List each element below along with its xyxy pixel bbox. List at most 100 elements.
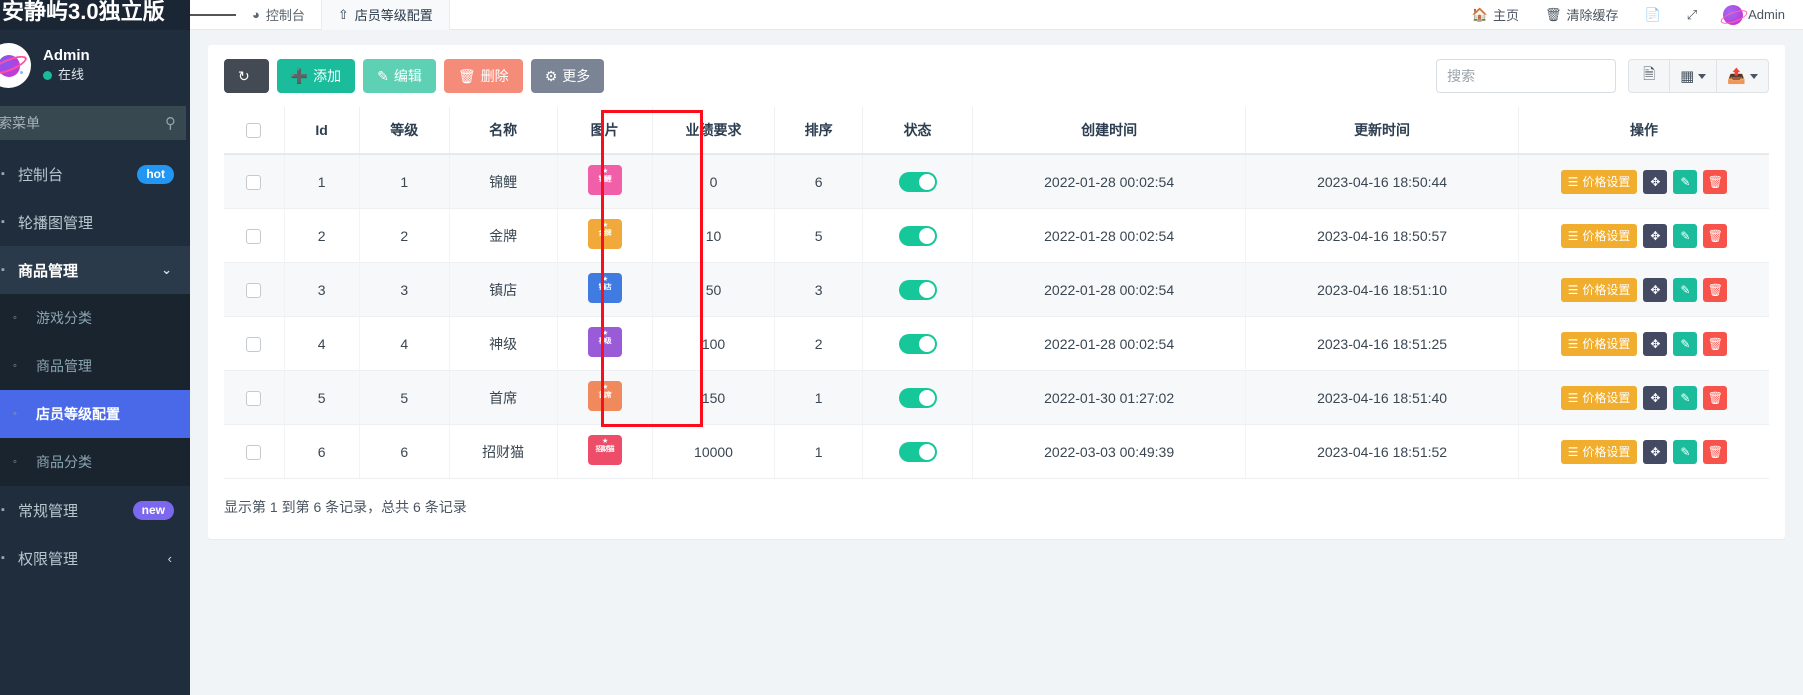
chevron-left-icon: ‹ — [168, 551, 172, 566]
cell-image: ★神级 — [557, 317, 652, 371]
status-toggle[interactable] — [899, 388, 937, 408]
status-toggle[interactable] — [899, 280, 937, 300]
export-icon[interactable]: 📤 — [1717, 59, 1769, 93]
level-image-badge[interactable]: ★金牌 — [588, 219, 622, 249]
move-button[interactable]: ✥ — [1643, 332, 1667, 356]
move-button[interactable]: ✥ — [1643, 386, 1667, 410]
row-edit-button[interactable]: ✎ — [1673, 170, 1697, 194]
row-checkbox[interactable] — [246, 283, 261, 298]
col-name[interactable]: 名称 — [449, 107, 557, 154]
sidebar-item-3[interactable]: ◦游戏分类 — [0, 294, 190, 342]
refresh-button[interactable]: ↻ — [224, 59, 269, 93]
row-checkbox[interactable] — [246, 337, 261, 352]
row-checkbox[interactable] — [246, 229, 261, 244]
move-button[interactable]: ✥ — [1643, 440, 1667, 464]
status-toggle[interactable] — [899, 172, 937, 192]
move-button[interactable]: ✥ — [1643, 278, 1667, 302]
row-edit-button[interactable]: ✎ — [1673, 332, 1697, 356]
sidebar-item-0[interactable]: ▪控制台hot — [0, 150, 190, 198]
delete-button[interactable]: 🗑 删除 — [444, 59, 523, 93]
home-button[interactable]: 🏠 主页 — [1460, 5, 1531, 24]
level-image-badge[interactable]: ★首席 — [588, 381, 622, 411]
clear-cache-button[interactable]: 🗑 清除缓存 — [1533, 5, 1631, 24]
tab-clerk-level-config[interactable]: ⇧ 店员等级配置 — [321, 0, 450, 30]
row-edit-button[interactable]: ✎ — [1673, 278, 1697, 302]
status-toggle[interactable] — [899, 442, 937, 462]
sidebar-item-2[interactable]: ▪商品管理⌄ — [0, 246, 190, 294]
price-settings-label: 价格设置 — [1582, 443, 1630, 460]
fullscreen-button[interactable]: ⤢ — [1675, 7, 1709, 23]
col-created[interactable]: 创建时间 — [973, 107, 1246, 154]
move-button[interactable]: ✥ — [1643, 170, 1667, 194]
columns-icon[interactable]: ▦ — [1670, 59, 1717, 93]
cell-name: 首席 — [449, 371, 557, 425]
table-row[interactable]: 55首席★首席15012022-01-30 01:27:022023-04-16… — [224, 371, 1769, 425]
circle-icon: ◦ — [4, 456, 26, 468]
home-icon: 🏠 — [1472, 7, 1488, 23]
level-image-badge[interactable]: ★招财猫 — [588, 435, 622, 465]
table-row[interactable]: 44神级★神级10022022-01-28 00:02:542023-04-16… — [224, 317, 1769, 371]
star-icon: ★ — [588, 223, 622, 229]
row-edit-button[interactable]: ✎ — [1673, 224, 1697, 248]
row-delete-button[interactable]: 🗑 — [1703, 440, 1727, 464]
price-settings-button[interactable]: ☰价格设置 — [1561, 440, 1638, 464]
select-all-checkbox[interactable] — [246, 123, 261, 138]
price-settings-button[interactable]: ☰价格设置 — [1561, 278, 1638, 302]
row-edit-button[interactable]: ✎ — [1673, 386, 1697, 410]
tab-dashboard[interactable]: ◕ 控制台 — [236, 0, 321, 30]
search-input[interactable] — [1436, 59, 1616, 93]
sidebar-item-6[interactable]: ◦商品分类 — [0, 438, 190, 486]
menu-search-input[interactable] — [0, 115, 165, 131]
sidebar-item-1[interactable]: ▪轮播图管理 — [0, 198, 190, 246]
topbar: ◕ 控制台 ⇧ 店员等级配置 🏠 主页 🗑 清除缓存 📄 ⤢ Admin — [190, 0, 1803, 30]
row-checkbox[interactable] — [246, 391, 261, 406]
row-delete-button[interactable]: 🗑 — [1703, 386, 1727, 410]
sidebar-item-label: 商品管理 — [30, 356, 92, 376]
col-id[interactable]: Id — [284, 107, 359, 154]
price-settings-label: 价格设置 — [1582, 335, 1630, 352]
add-button[interactable]: ➕ 添加 — [277, 59, 355, 93]
row-delete-button[interactable]: 🗑 — [1703, 224, 1727, 248]
note-button[interactable]: 📄 — [1633, 7, 1673, 23]
cell-sort: 1 — [775, 371, 863, 425]
level-image-badge[interactable]: ★镇店 — [588, 273, 622, 303]
status-toggle[interactable] — [899, 226, 937, 246]
row-checkbox[interactable] — [246, 175, 261, 190]
col-level[interactable]: 等级 — [359, 107, 449, 154]
col-sort[interactable]: 排序 — [775, 107, 863, 154]
level-image-badge[interactable]: ★锦鲤 — [588, 165, 622, 195]
price-settings-button[interactable]: ☰价格设置 — [1561, 170, 1638, 194]
row-delete-button[interactable]: 🗑 — [1703, 278, 1727, 302]
table-row[interactable]: 11锦鲤★锦鲤062022-01-28 00:02:542023-04-16 1… — [224, 154, 1769, 209]
move-button[interactable]: ✥ — [1643, 224, 1667, 248]
sidebar-item-4[interactable]: ◦商品管理 — [0, 342, 190, 390]
col-status[interactable]: 状态 — [862, 107, 972, 154]
col-performance[interactable]: 业绩要求 — [652, 107, 775, 154]
price-settings-button[interactable]: ☰价格设置 — [1561, 332, 1638, 356]
level-image-text: 招财猫 — [596, 446, 614, 453]
col-image[interactable]: 图片 — [557, 107, 652, 154]
sidebar-search[interactable]: ⚲ — [0, 106, 186, 140]
col-updated[interactable]: 更新时间 — [1246, 107, 1519, 154]
more-button[interactable]: ⚙ 更多 — [531, 59, 605, 93]
price-settings-button[interactable]: ☰价格设置 — [1561, 386, 1638, 410]
table-row[interactable]: 33镇店★镇店5032022-01-28 00:02:542023-04-16 … — [224, 263, 1769, 317]
sidebar-item-8[interactable]: ▪权限管理‹ — [0, 534, 190, 582]
row-edit-button[interactable]: ✎ — [1673, 440, 1697, 464]
tab-dashboard-label: 控制台 — [266, 5, 305, 24]
row-delete-button[interactable]: 🗑 — [1703, 332, 1727, 356]
list-view-icon[interactable]: 🗎 — [1628, 59, 1670, 93]
row-delete-button[interactable]: 🗑 — [1703, 170, 1727, 194]
sidebar-item-5[interactable]: ◦店员等级配置 — [0, 390, 190, 438]
price-settings-button[interactable]: ☰价格设置 — [1561, 224, 1638, 248]
table-row[interactable]: 22金牌★金牌1052022-01-28 00:02:542023-04-16 … — [224, 209, 1769, 263]
user-menu-button[interactable]: Admin — [1711, 5, 1797, 25]
level-image-badge[interactable]: ★神级 — [588, 327, 622, 357]
status-toggle[interactable] — [899, 334, 937, 354]
menu-toggle-icon[interactable] — [190, 12, 236, 18]
row-checkbox[interactable] — [246, 445, 261, 460]
search-icon[interactable]: ⚲ — [165, 114, 176, 132]
table-row[interactable]: 66招财猫★招财猫1000012022-03-03 00:49:392023-0… — [224, 425, 1769, 479]
sidebar-item-7[interactable]: ▪常规管理new — [0, 486, 190, 534]
edit-button[interactable]: ✎ 编辑 — [363, 59, 436, 93]
